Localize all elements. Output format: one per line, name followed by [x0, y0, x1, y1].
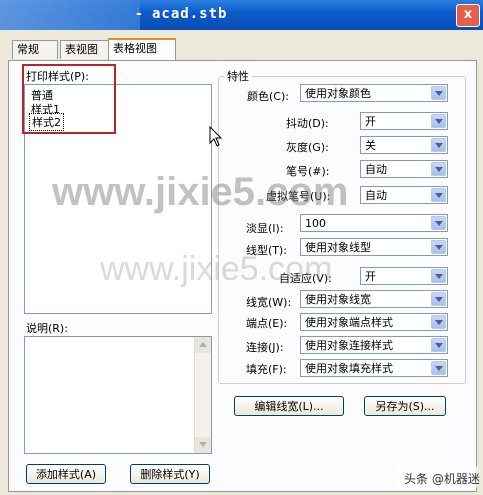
add-style-button[interactable]: 添加样式(A) — [26, 464, 106, 484]
color-select[interactable]: 使用对象颜色 — [300, 84, 448, 102]
chevron-down-icon[interactable] — [431, 138, 446, 152]
color-label: 颜色(C): — [247, 90, 289, 103]
dither-value: 开 — [365, 115, 376, 128]
screening-value: 100 — [305, 217, 326, 230]
fill-select[interactable]: 使用对象填充样式 — [300, 359, 448, 377]
credit-text: 头条 @机器迷 — [404, 472, 480, 486]
description-label: 说明(R): — [26, 322, 68, 335]
watermark-text: www.jixie5.com — [100, 250, 333, 288]
screening-label: 淡显(I): — [246, 222, 284, 235]
scroll-up-icon[interactable] — [195, 337, 211, 353]
spinner-icon[interactable] — [431, 216, 446, 230]
tab-general[interactable]: 常规 — [12, 40, 58, 59]
description-textarea[interactable] — [24, 336, 212, 454]
title-separator: - — [136, 6, 142, 22]
dither-label: 抖动(D): — [286, 117, 329, 130]
properties-group-title: 特性 — [224, 68, 252, 84]
chevron-down-icon[interactable] — [431, 240, 446, 254]
description-scrollbar[interactable] — [194, 337, 211, 453]
adaptive-value: 开 — [365, 270, 376, 283]
chevron-down-icon[interactable] — [431, 338, 446, 352]
title-bar-blur — [0, 0, 140, 30]
delete-style-button[interactable]: 删除样式(Y) — [130, 464, 210, 484]
lineweight-select[interactable]: 使用对象线宽 — [300, 290, 448, 308]
chevron-down-icon[interactable] — [431, 86, 446, 100]
close-button[interactable]: x — [456, 4, 480, 27]
chevron-down-icon[interactable] — [431, 269, 446, 283]
close-icon: x — [463, 7, 473, 22]
grayscale-label: 灰度(G): — [286, 141, 329, 154]
highlight-box — [22, 64, 116, 134]
chevron-down-icon[interactable] — [431, 114, 446, 128]
save-as-button[interactable]: 另存为(S)... — [364, 396, 446, 416]
spinner-icon[interactable] — [431, 188, 446, 202]
lineweight-value: 使用对象线宽 — [305, 293, 371, 306]
scroll-down-icon[interactable] — [195, 437, 211, 453]
window-title: acad.stb — [152, 6, 228, 22]
join-label: 连接(J): — [246, 341, 284, 354]
endcap-select[interactable]: 使用对象端点样式 — [300, 313, 448, 331]
dither-select[interactable]: 开 — [360, 112, 448, 130]
watermark-text: www.jixie5.com — [52, 170, 349, 214]
lineweight-label: 线宽(W): — [246, 296, 292, 309]
adaptive-select[interactable]: 开 — [360, 267, 448, 285]
chevron-down-icon[interactable] — [431, 315, 446, 329]
grayscale-value: 关 — [365, 139, 376, 152]
join-select[interactable]: 使用对象连接样式 — [300, 336, 448, 354]
spinner-icon[interactable] — [431, 162, 446, 176]
join-value: 使用对象连接样式 — [305, 339, 393, 352]
endcap-label: 端点(E): — [246, 317, 288, 330]
virtual-pen-value: 自动 — [365, 189, 387, 202]
chevron-down-icon[interactable] — [431, 292, 446, 306]
mouse-pointer-icon — [209, 126, 223, 147]
pen-number-spinner[interactable]: 自动 — [360, 160, 448, 178]
title-bar[interactable]: - acad.stb x — [0, 0, 483, 30]
chevron-down-icon[interactable] — [431, 361, 446, 375]
color-value: 使用对象颜色 — [305, 87, 371, 100]
endcap-value: 使用对象端点样式 — [305, 316, 393, 329]
tab-form-view[interactable]: 表格视图 — [108, 38, 176, 62]
edit-lineweights-button[interactable]: 编辑线宽(L)... — [234, 396, 344, 416]
grayscale-select[interactable]: 关 — [360, 136, 448, 154]
virtual-pen-spinner[interactable]: 自动 — [360, 186, 448, 204]
fill-value: 使用对象填充样式 — [305, 362, 393, 375]
fill-label: 填充(F): — [246, 363, 287, 376]
screening-spinner[interactable]: 100 — [300, 214, 448, 232]
pen-number-value: 自动 — [365, 163, 387, 176]
